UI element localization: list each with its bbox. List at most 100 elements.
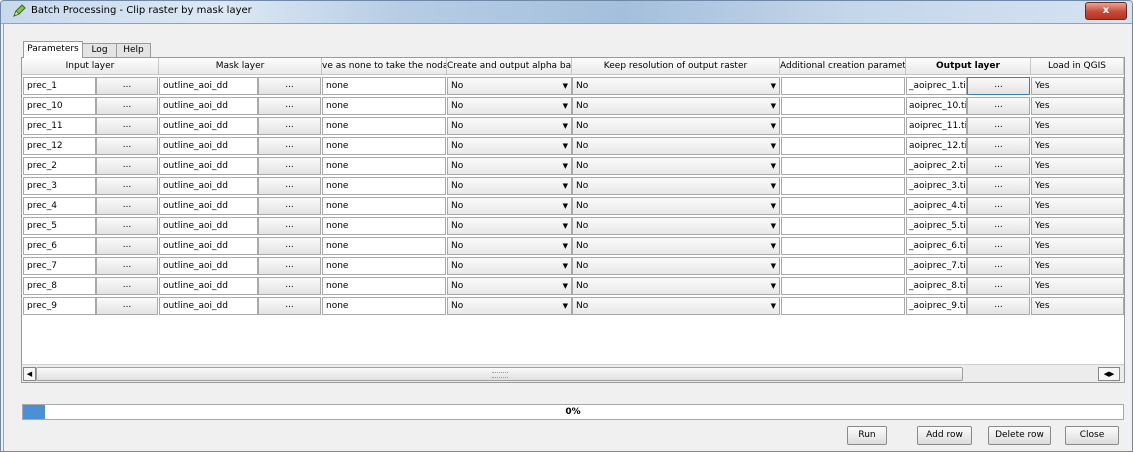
column-header[interactable]: Additional creation parameters (780, 58, 906, 75)
tab-log[interactable]: Log (82, 43, 117, 57)
dropdown-arrow-icon[interactable]: ▼ (563, 78, 568, 94)
load-in-qgis-select[interactable]: Yes (1031, 277, 1124, 295)
nodata-field[interactable]: none (322, 137, 446, 155)
input-layer-field[interactable]: prec_11 (23, 117, 96, 135)
mask-layer-field[interactable]: outline_aoi_dd (159, 257, 258, 275)
input-layer-browse-button[interactable]: ... (96, 297, 158, 315)
mask-layer-browse-button[interactable]: ... (258, 177, 321, 195)
alpha-band-select[interactable]: No ▼ (447, 77, 572, 95)
input-layer-field[interactable]: prec_6 (23, 237, 96, 255)
column-header[interactable]: Mask layer (159, 58, 322, 75)
mask-layer-browse-button[interactable]: ... (258, 297, 321, 315)
load-in-qgis-select[interactable]: Yes (1031, 197, 1124, 215)
dropdown-arrow-icon[interactable]: ▼ (771, 138, 776, 154)
mask-layer-browse-button[interactable]: ... (258, 77, 321, 95)
keep-resolution-select[interactable]: No ▼ (572, 257, 780, 275)
mask-layer-field[interactable]: outline_aoi_dd (159, 297, 258, 315)
output-layer-field[interactable]: _aoiprec_3.tif (906, 177, 967, 195)
keep-resolution-select[interactable]: No ▼ (572, 277, 780, 295)
horizontal-scrollbar[interactable]: ◀ ◀▶ (22, 364, 1124, 382)
output-layer-browse-button[interactable]: ... (967, 137, 1030, 155)
nodata-field[interactable]: none (322, 237, 446, 255)
nodata-field[interactable]: none (322, 197, 446, 215)
creation-parameters-field[interactable] (781, 137, 905, 155)
dropdown-arrow-icon[interactable]: ▼ (771, 198, 776, 214)
creation-parameters-field[interactable] (781, 117, 905, 135)
column-header[interactable]: Create and output alpha band (447, 58, 572, 75)
mask-layer-field[interactable]: outline_aoi_dd (159, 157, 258, 175)
mask-layer-browse-button[interactable]: ... (258, 277, 321, 295)
output-layer-field[interactable]: _aoiprec_2.tif (906, 157, 967, 175)
add-row-button[interactable]: Add row (917, 426, 972, 445)
column-header[interactable]: Keep resolution of output raster (572, 58, 780, 75)
dropdown-arrow-icon[interactable]: ▼ (771, 118, 776, 134)
output-layer-field[interactable]: aoiprec_10.tif (906, 97, 967, 115)
dropdown-arrow-icon[interactable]: ▼ (563, 278, 568, 294)
alpha-band-select[interactable]: No ▼ (447, 257, 572, 275)
output-layer-field[interactable]: _aoiprec_4.tif (906, 197, 967, 215)
mask-layer-field[interactable]: outline_aoi_dd (159, 137, 258, 155)
mask-layer-browse-button[interactable]: ... (258, 157, 321, 175)
tab-parameters[interactable]: Parameters (23, 41, 83, 58)
output-layer-browse-button[interactable]: ... (967, 257, 1030, 275)
output-layer-browse-button[interactable]: ... (967, 217, 1030, 235)
mask-layer-field[interactable]: outline_aoi_dd (159, 177, 258, 195)
mask-layer-browse-button[interactable]: ... (258, 217, 321, 235)
nodata-field[interactable]: none (322, 97, 446, 115)
output-layer-field[interactable]: _aoiprec_8.tif (906, 277, 967, 295)
dropdown-arrow-icon[interactable]: ▼ (563, 98, 568, 114)
mask-layer-browse-button[interactable]: ... (258, 257, 321, 275)
mask-layer-browse-button[interactable]: ... (258, 137, 321, 155)
alpha-band-select[interactable]: No ▼ (447, 277, 572, 295)
mask-layer-field[interactable]: outline_aoi_dd (159, 217, 258, 235)
load-in-qgis-select[interactable]: Yes (1031, 177, 1124, 195)
dropdown-arrow-icon[interactable]: ▼ (771, 258, 776, 274)
mask-layer-browse-button[interactable]: ... (258, 117, 321, 135)
creation-parameters-field[interactable] (781, 177, 905, 195)
dropdown-arrow-icon[interactable]: ▼ (771, 278, 776, 294)
input-layer-browse-button[interactable]: ... (96, 237, 158, 255)
nodata-field[interactable]: none (322, 277, 446, 295)
alpha-band-select[interactable]: No ▼ (447, 197, 572, 215)
load-in-qgis-select[interactable]: Yes (1031, 257, 1124, 275)
keep-resolution-select[interactable]: No ▼ (572, 157, 780, 175)
output-layer-field[interactable]: aoiprec_11.tif (906, 117, 967, 135)
scroll-right-icon[interactable]: ◀▶ (1098, 367, 1120, 381)
input-layer-field[interactable]: prec_7 (23, 257, 96, 275)
dropdown-arrow-icon[interactable]: ▼ (563, 218, 568, 234)
run-button[interactable]: Run (847, 426, 887, 445)
output-layer-field[interactable]: _aoiprec_9.tif (906, 297, 967, 315)
dropdown-arrow-icon[interactable]: ▼ (563, 198, 568, 214)
mask-layer-browse-button[interactable]: ... (258, 97, 321, 115)
output-layer-browse-button[interactable]: ... (967, 77, 1030, 95)
creation-parameters-field[interactable] (781, 77, 905, 95)
alpha-band-select[interactable]: No ▼ (447, 237, 572, 255)
output-layer-browse-button[interactable]: ... (967, 197, 1030, 215)
dropdown-arrow-icon[interactable]: ▼ (563, 298, 568, 314)
keep-resolution-select[interactable]: No ▼ (572, 77, 780, 95)
load-in-qgis-select[interactable]: Yes (1031, 117, 1124, 135)
output-layer-field[interactable]: _aoiprec_6.tif (906, 237, 967, 255)
mask-layer-field[interactable]: outline_aoi_dd (159, 197, 258, 215)
keep-resolution-select[interactable]: No ▼ (572, 117, 780, 135)
keep-resolution-select[interactable]: No ▼ (572, 97, 780, 115)
dropdown-arrow-icon[interactable]: ▼ (771, 158, 776, 174)
dropdown-arrow-icon[interactable]: ▼ (771, 78, 776, 94)
input-layer-browse-button[interactable]: ... (96, 157, 158, 175)
column-header[interactable]: ve as none to take the nodata (322, 58, 447, 75)
output-layer-browse-button[interactable]: ... (967, 157, 1030, 175)
output-layer-field[interactable]: _aoiprec_1.tif (906, 77, 967, 95)
input-layer-browse-button[interactable]: ... (96, 97, 158, 115)
load-in-qgis-select[interactable]: Yes (1031, 157, 1124, 175)
mask-layer-field[interactable]: outline_aoi_dd (159, 97, 258, 115)
output-layer-browse-button[interactable]: ... (967, 177, 1030, 195)
output-layer-browse-button[interactable]: ... (967, 97, 1030, 115)
input-layer-field[interactable]: prec_12 (23, 137, 96, 155)
load-in-qgis-select[interactable]: Yes (1031, 77, 1124, 95)
mask-layer-field[interactable]: outline_aoi_dd (159, 237, 258, 255)
nodata-field[interactable]: none (322, 157, 446, 175)
title-bar[interactable]: Batch Processing - Clip raster by mask l… (1, 1, 1132, 24)
mask-layer-browse-button[interactable]: ... (258, 197, 321, 215)
input-layer-field[interactable]: prec_2 (23, 157, 96, 175)
column-header[interactable]: Output layer (906, 58, 1031, 75)
